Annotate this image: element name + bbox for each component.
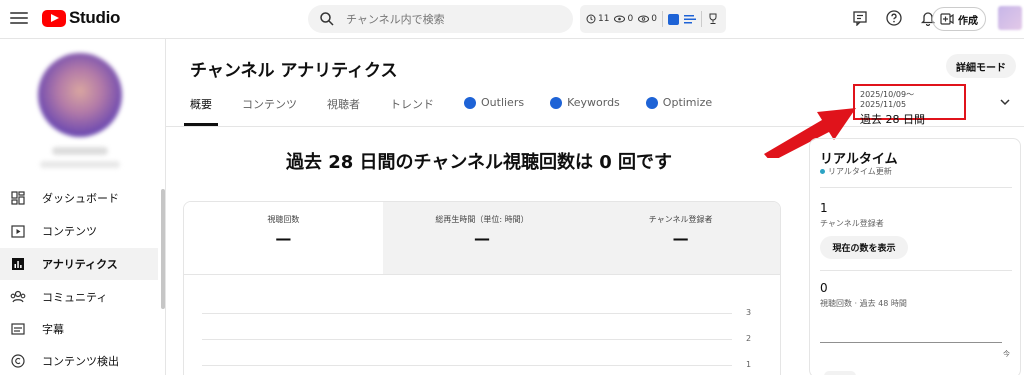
hamburger-menu-button[interactable] (10, 9, 28, 27)
sidebar-item-label: コンテンツ (42, 225, 97, 238)
chart-gridline (202, 313, 732, 314)
sidebar-item-content[interactable]: コンテンツ (0, 215, 158, 247)
extension-badge-icon (464, 97, 476, 109)
views-count: 0 (820, 281, 828, 295)
date-range-selector[interactable]: 2025/10/09～2025/11/05 過去 28 日間 (853, 84, 966, 126)
channel-avatar[interactable] (38, 53, 122, 137)
trophy-icon[interactable] (707, 13, 719, 25)
help-icon (886, 10, 902, 26)
advanced-mode-button[interactable]: 詳細モード (946, 54, 1016, 78)
y-tick-label: 2 (746, 334, 752, 343)
feedback-button[interactable] (850, 8, 870, 28)
views-headline: 過去 28 日間のチャンネル視聴回数は 0 回です (285, 152, 673, 173)
realtime-subtitle: リアルタイム更新 (820, 166, 892, 177)
channel-handle-blurred (40, 161, 120, 168)
sidebar: ダッシュボード コンテンツ アナリティクス コミュニティ 字幕 コンテンツ検出 (0, 39, 166, 375)
ext-divider (661, 11, 663, 27)
sidebar-item-subtitles[interactable]: 字幕 (0, 313, 158, 345)
realtime-card: リアルタイム リアルタイム更新 1 チャンネル登録者 現在の数を表示 0 視聴回… (809, 138, 1021, 375)
tab-outliers[interactable]: Outliers (464, 96, 524, 126)
clock-icon (586, 14, 596, 24)
realtime-title: リアルタイム (820, 152, 898, 167)
subscriber-label: チャンネル登録者 (820, 219, 884, 228)
chart-gridline (202, 365, 732, 366)
header-actions (850, 8, 938, 28)
search-box[interactable] (308, 5, 573, 33)
channel-name-blurred (52, 147, 108, 155)
logo-text: Studio (69, 8, 121, 27)
list-icon[interactable] (683, 14, 696, 24)
card-divider (820, 270, 1012, 271)
now-label: 今 (1003, 350, 1010, 358)
see-more-button[interactable] (824, 371, 856, 375)
show-current-count-button[interactable]: 現在の数を表示 (820, 236, 908, 259)
youtube-studio-logo[interactable]: Studio (42, 8, 120, 28)
top-bar: Studio 11 0 0 (0, 0, 1024, 38)
search-input[interactable] (346, 12, 546, 26)
extension-badge-icon (550, 97, 563, 109)
tab-keywords[interactable]: Keywords (550, 96, 620, 126)
sidebar-item-label: 字幕 (42, 323, 64, 336)
views-chart: 3 2 1 (183, 275, 781, 375)
sidebar-scrollbar[interactable] (161, 189, 165, 309)
sidebar-item-label: コンテンツ検出 (42, 355, 119, 368)
page-title: チャンネル アナリティクス (190, 61, 398, 81)
tab-trends[interactable]: トレンド (390, 96, 434, 126)
eye-icon (614, 15, 626, 23)
chevron-down-icon[interactable] (998, 95, 1012, 109)
sidebar-item-analytics[interactable]: アナリティクス (0, 248, 158, 280)
sidebar-item-community[interactable]: コミュニティ (0, 281, 158, 313)
dashboard-icon (10, 190, 26, 206)
youtube-logo-icon (42, 9, 66, 27)
subscriber-count: 1 (820, 201, 828, 215)
account-avatar[interactable] (998, 6, 1022, 30)
card-divider (820, 187, 1012, 188)
analytics-icon (10, 256, 26, 272)
realtime-chart-baseline (820, 342, 1002, 343)
tab-overview[interactable]: 概要 (184, 96, 218, 126)
analytics-tabs: 概要 コンテンツ 視聴者 トレンド Outliers Keywords Opti… (184, 96, 742, 126)
ext-stat-eye-2[interactable]: 0 (638, 14, 657, 24)
feedback-icon (853, 11, 867, 26)
search-icon (320, 12, 334, 26)
ext-stat-clock[interactable]: 11 (586, 14, 609, 24)
y-tick-label: 1 (746, 360, 752, 369)
tab-audience[interactable]: 視聴者 (327, 96, 360, 126)
extension-toolbar: 11 0 0 (580, 5, 726, 33)
metric-subscribers[interactable]: チャンネル登録者 — (581, 202, 780, 274)
live-dot-icon (820, 169, 825, 174)
metric-watch-time[interactable]: 総再生時間（単位: 時間） — (382, 202, 582, 274)
date-range-text: 2025/10/09～2025/11/05 (860, 90, 915, 109)
eye-outline-icon (638, 15, 650, 23)
tab-content[interactable]: コンテンツ (242, 96, 297, 126)
sidebar-item-copyright[interactable]: コンテンツ検出 (0, 345, 158, 375)
sidebar-item-label: コミュニティ (42, 291, 108, 304)
ext-divider (700, 11, 702, 27)
date-range-label: 過去 28 日間 (860, 113, 925, 126)
subtitles-icon (10, 321, 26, 337)
sidebar-item-label: アナリティクス (42, 258, 118, 271)
ext-stat-eye-1[interactable]: 0 (614, 14, 633, 24)
tab-optimize[interactable]: Optimize (645, 96, 712, 126)
metrics-card: 視聴回数 — 総再生時間（単位: 時間） — チャンネル登録者 — (183, 201, 781, 275)
community-icon (10, 289, 26, 305)
copyright-icon (10, 353, 26, 369)
views-label: 視聴回数 · 過去 48 時間 (820, 299, 907, 308)
y-tick-label: 3 (746, 308, 752, 317)
metric-views[interactable]: 視聴回数 — (184, 202, 383, 274)
create-button[interactable]: 作成 (932, 7, 986, 31)
sidebar-item-label: ダッシュボード (42, 192, 119, 205)
create-video-icon (940, 13, 954, 25)
extension-logo-icon[interactable] (667, 13, 679, 25)
help-button[interactable] (884, 8, 904, 28)
extension-badge-icon (645, 97, 658, 109)
chart-gridline (202, 339, 732, 340)
sidebar-item-dashboard[interactable]: ダッシュボード (0, 182, 158, 214)
content-icon (10, 223, 26, 239)
